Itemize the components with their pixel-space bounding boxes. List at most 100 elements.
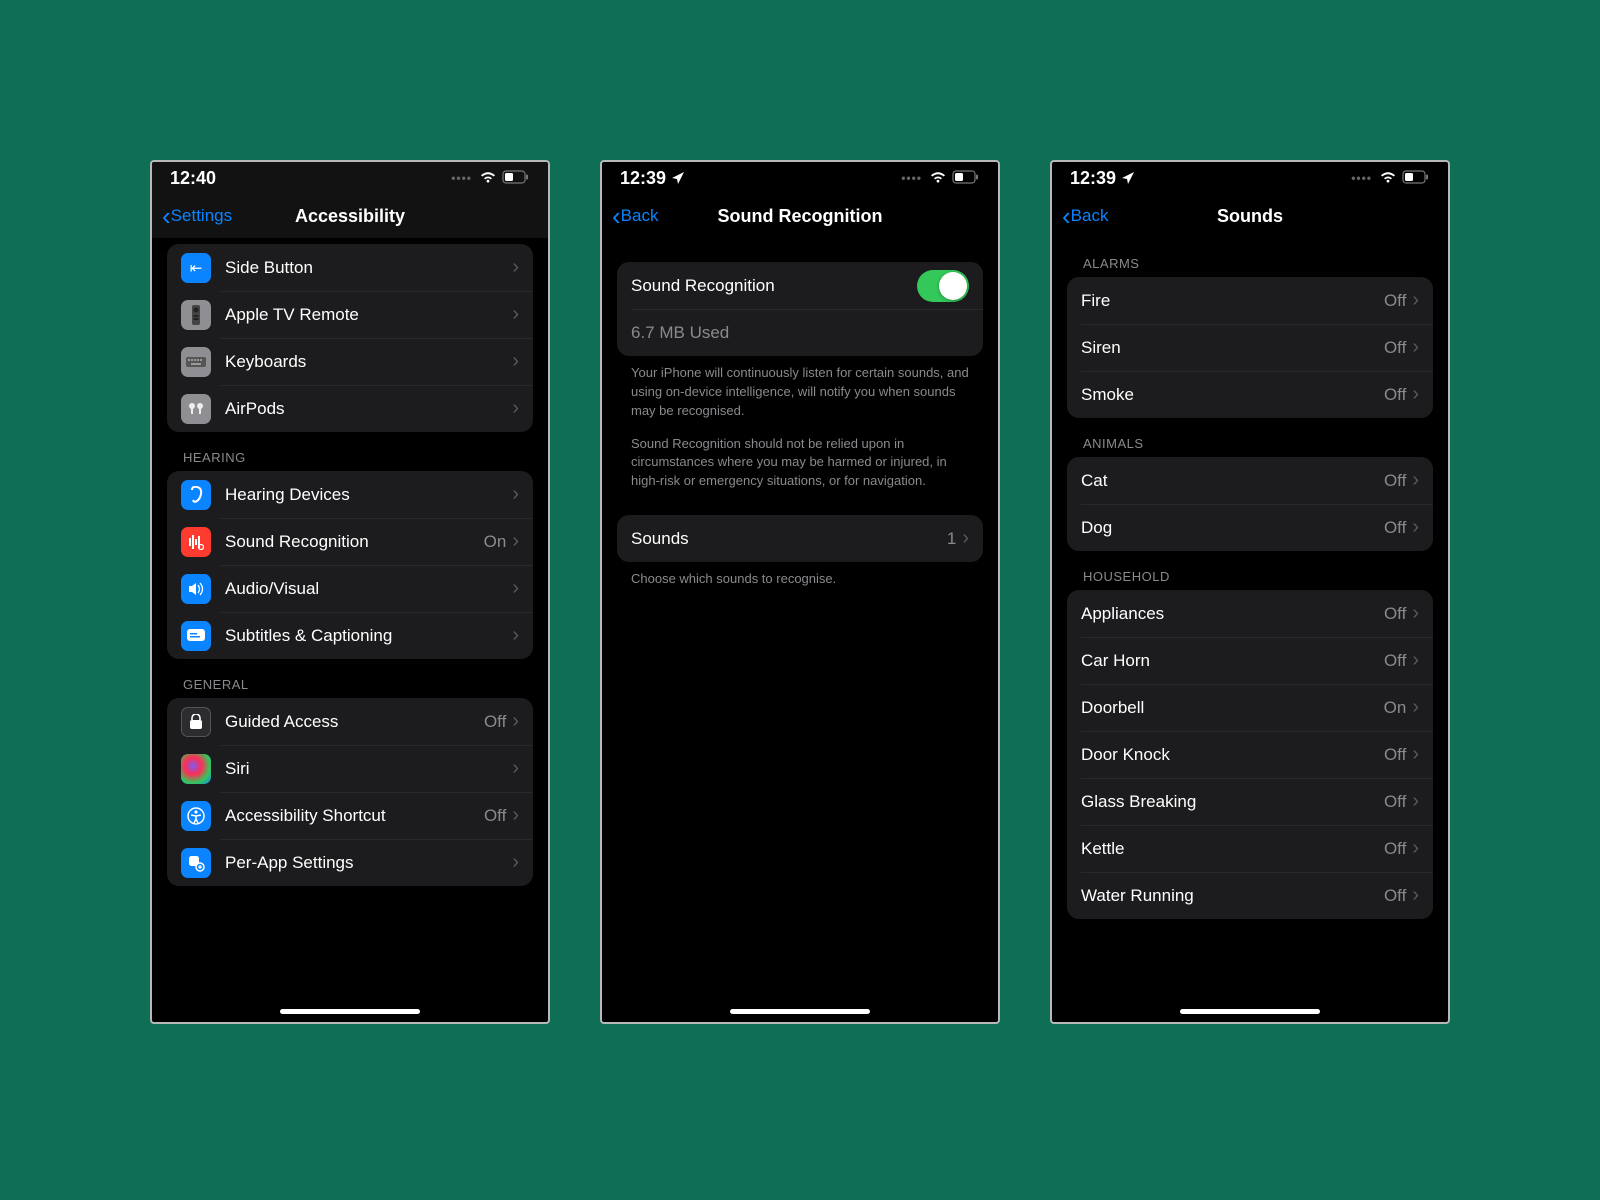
row-apple-tv-remote[interactable]: Apple TV Remote ›: [167, 291, 533, 338]
row-side-button[interactable]: ⇤ Side Button ›: [167, 244, 533, 291]
row-label: Door Knock: [1081, 745, 1384, 765]
chevron-left-icon: ‹: [612, 203, 621, 229]
section-header-alarms: ALARMS: [1067, 238, 1433, 277]
back-label: Back: [1071, 206, 1109, 226]
row-hearing-devices[interactable]: Hearing Devices ›: [167, 471, 533, 518]
section-header-hearing: HEARING: [167, 432, 533, 471]
row-value: Off: [1384, 745, 1406, 765]
row-airpods[interactable]: AirPods ›: [167, 385, 533, 432]
accessibility-settings-screen: 12:40 •••• ‹ Settings Accessibility ⇤ Si…: [150, 160, 550, 1024]
location-icon: [1122, 168, 1134, 189]
row-value: Off: [1384, 604, 1406, 624]
row-value: Off: [1384, 471, 1406, 491]
row-value: Off: [1384, 886, 1406, 906]
row-label: AirPods: [225, 399, 512, 419]
row-label: Cat: [1081, 471, 1384, 491]
back-button[interactable]: ‹ Back: [612, 203, 658, 229]
row-glass-breaking[interactable]: Glass Breaking Off ›: [1067, 778, 1433, 825]
row-value: Off: [484, 806, 506, 826]
status-bar: 12:39 ••••: [1052, 162, 1448, 194]
status-bar: 12:39 ••••: [602, 162, 998, 194]
back-button[interactable]: ‹ Settings: [162, 203, 232, 229]
row-sounds[interactable]: Sounds 1 ›: [617, 515, 983, 562]
row-siren[interactable]: Siren Off ›: [1067, 324, 1433, 371]
footer-description-1: Your iPhone will continuously listen for…: [617, 356, 983, 421]
cellular-dots-icon: ••••: [1351, 171, 1372, 185]
row-sound-recognition-toggle[interactable]: Sound Recognition: [617, 262, 983, 309]
row-siri[interactable]: Siri ›: [167, 745, 533, 792]
chevron-right-icon: ›: [1412, 469, 1419, 492]
row-label: Glass Breaking: [1081, 792, 1384, 812]
row-label: Sounds: [631, 529, 947, 549]
siri-icon: [181, 754, 211, 784]
cellular-dots-icon: ••••: [901, 171, 922, 185]
row-label: Guided Access: [225, 712, 484, 732]
nav-bar: ‹ Back Sound Recognition: [602, 194, 998, 238]
row-label: Water Running: [1081, 886, 1384, 906]
row-keyboards[interactable]: Keyboards ›: [167, 338, 533, 385]
battery-icon: [502, 168, 530, 189]
row-value: 1: [947, 529, 956, 549]
apple-tv-remote-icon: [181, 300, 211, 330]
chevron-right-icon: ›: [512, 577, 519, 600]
row-fire[interactable]: Fire Off ›: [1067, 277, 1433, 324]
row-label: Sound Recognition: [631, 276, 917, 296]
wifi-icon: [479, 168, 497, 189]
row-guided-access[interactable]: Guided Access Off ›: [167, 698, 533, 745]
chevron-right-icon: ›: [512, 530, 519, 553]
row-label: Appliances: [1081, 604, 1384, 624]
row-label: Keyboards: [225, 352, 512, 372]
row-sound-recognition[interactable]: Sound Recognition On ›: [167, 518, 533, 565]
status-bar: 12:40 ••••: [152, 162, 548, 194]
speaker-icon: [181, 574, 211, 604]
page-title: Sound Recognition: [718, 206, 883, 227]
home-indicator[interactable]: [1180, 1009, 1320, 1014]
home-indicator[interactable]: [280, 1009, 420, 1014]
chevron-right-icon: ›: [512, 350, 519, 373]
row-value: Off: [1384, 518, 1406, 538]
row-smoke[interactable]: Smoke Off ›: [1067, 371, 1433, 418]
status-time: 12:39: [1070, 168, 1116, 189]
chevron-right-icon: ›: [512, 303, 519, 326]
row-car-horn[interactable]: Car Horn Off ›: [1067, 637, 1433, 684]
row-dog[interactable]: Dog Off ›: [1067, 504, 1433, 551]
row-cat[interactable]: Cat Off ›: [1067, 457, 1433, 504]
row-per-app-settings[interactable]: Per-App Settings ›: [167, 839, 533, 886]
row-doorbell[interactable]: Doorbell On ›: [1067, 684, 1433, 731]
airpods-icon: [181, 394, 211, 424]
home-indicator[interactable]: [730, 1009, 870, 1014]
row-door-knock[interactable]: Door Knock Off ›: [1067, 731, 1433, 778]
chevron-right-icon: ›: [1412, 602, 1419, 625]
footer-description-2: Sound Recognition should not be relied u…: [617, 421, 983, 492]
row-value: Off: [1384, 792, 1406, 812]
chevron-right-icon: ›: [1412, 790, 1419, 813]
chevron-right-icon: ›: [1412, 649, 1419, 672]
toggle-switch[interactable]: [917, 270, 969, 302]
chevron-right-icon: ›: [512, 624, 519, 647]
row-subtitles-captioning[interactable]: Subtitles & Captioning ›: [167, 612, 533, 659]
row-label: Side Button: [225, 258, 512, 278]
keyboard-icon: [181, 347, 211, 377]
sounds-screen: 12:39 •••• ‹ Back Sounds ALARMS Fire Off…: [1050, 160, 1450, 1024]
row-label: Car Horn: [1081, 651, 1384, 671]
sound-recognition-icon: [181, 527, 211, 557]
row-accessibility-shortcut[interactable]: Accessibility Shortcut Off ›: [167, 792, 533, 839]
per-app-icon: [181, 848, 211, 878]
row-label: Doorbell: [1081, 698, 1384, 718]
storage-text: 6.7 MB Used: [631, 323, 969, 343]
chevron-right-icon: ›: [512, 804, 519, 827]
row-label: Apple TV Remote: [225, 305, 512, 325]
row-kettle[interactable]: Kettle Off ›: [1067, 825, 1433, 872]
section-header-household: HOUSEHOLD: [1067, 551, 1433, 590]
chevron-right-icon: ›: [512, 757, 519, 780]
chevron-right-icon: ›: [1412, 837, 1419, 860]
back-label: Back: [621, 206, 659, 226]
row-water-running[interactable]: Water Running Off ›: [1067, 872, 1433, 919]
chevron-right-icon: ›: [1412, 696, 1419, 719]
chevron-right-icon: ›: [1412, 743, 1419, 766]
row-appliances[interactable]: Appliances Off ›: [1067, 590, 1433, 637]
wifi-icon: [1379, 168, 1397, 189]
row-audio-visual[interactable]: Audio/Visual ›: [167, 565, 533, 612]
back-button[interactable]: ‹ Back: [1062, 203, 1108, 229]
page-title: Accessibility: [295, 206, 405, 227]
